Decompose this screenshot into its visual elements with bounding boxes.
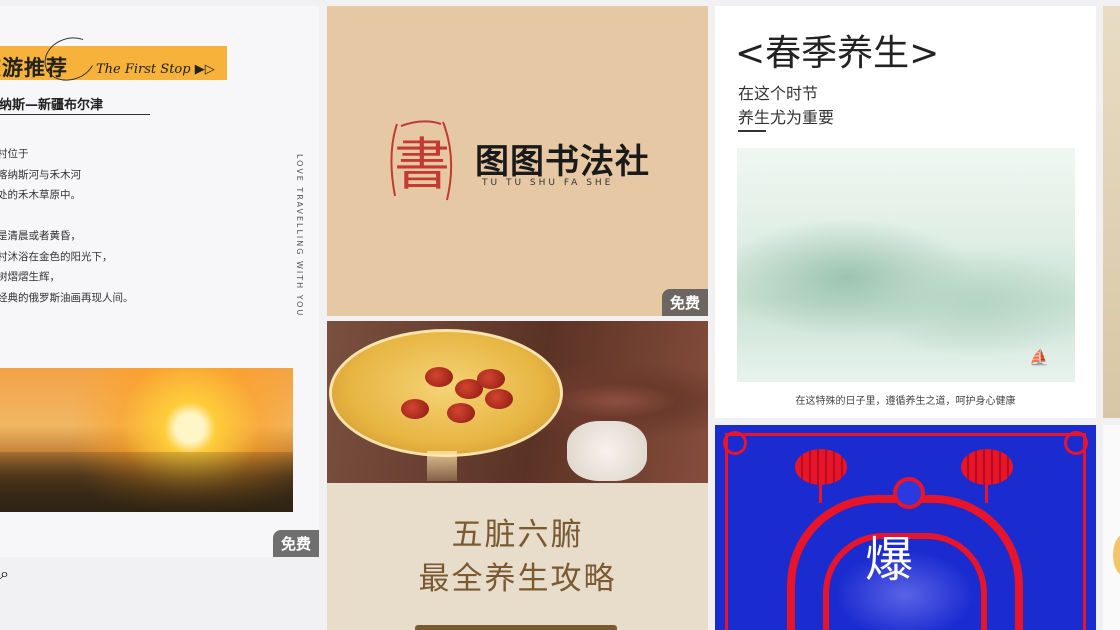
spring-caption: 在这特殊的日子里，遵循养生之道，呵护身心健康 [795, 396, 1016, 407]
template-card-travel[interactable]: 旅游推荐 The First Stop ▶▷ 喀纳斯—新疆布尔津 禾木村位于 新… [0, 6, 319, 557]
heading-rule [738, 130, 766, 132]
lantern-icon [795, 449, 847, 485]
landscape-painting: ⛵ [737, 148, 1075, 382]
spring-line-1: 在这个时节 [738, 84, 819, 103]
search-strip: ⌕ [0, 564, 319, 586]
boat-icon: ⛵ [1029, 348, 1049, 367]
travel-title: 旅游推荐 [0, 56, 68, 80]
free-badge: 免费 [272, 530, 319, 557]
soup-bowl [329, 329, 563, 457]
template-card-health-food[interactable]: 五脏六腑 最全养生攻略 [327, 321, 708, 630]
travel-subtitle: 喀纳斯—新疆布尔津 [0, 98, 104, 113]
health-headline-1: 五脏六腑 [451, 517, 584, 553]
health-headline-2: 最全养生攻略 [418, 561, 617, 597]
brand-pinyin: TU TU SHU FA SHE [482, 178, 614, 188]
search-icon[interactable]: ⌕ [0, 564, 9, 583]
lantern-icon [961, 449, 1013, 485]
sunset-photo [0, 368, 293, 512]
travel-paragraph-2: 无论是清晨或者黄昏， 禾木村沐浴在金色的阳光下， 白桦树熠熠生辉， 如同经典的俄… [0, 230, 134, 304]
template-card-spring[interactable]: <春季养生> 在这个时节 养生尤为重要 ⛵ 在这特殊的日子里，遵循养生之道，呵护… [715, 6, 1096, 418]
template-card-partial[interactable] [1103, 6, 1120, 418]
template-card-festival[interactable]: 爆 [715, 425, 1096, 630]
spring-line-2: 养生尤为重要 [738, 108, 835, 127]
search-input[interactable]: ⌕ [0, 564, 319, 584]
arch-ornament [893, 477, 925, 509]
travel-script-text: The First Stop ▶▷ [96, 62, 215, 77]
travel-paragraph-1: 禾木村位于 新疆喀纳斯河与禾木河 交汇处的禾木草原中。 [0, 148, 81, 202]
template-card-calligraphy[interactable]: 書 图图书法社 TU TU SHU FA SHE 免费 [327, 6, 708, 316]
seal-logo: 書 [390, 120, 453, 201]
template-card-partial[interactable] [1103, 425, 1120, 630]
spring-heading: <春季养生> [735, 33, 940, 74]
corner-ornament [723, 431, 747, 455]
cta-bar [415, 625, 617, 630]
seal-character: 書 [394, 133, 450, 198]
corner-ornament [1064, 431, 1088, 455]
birds-nest [567, 421, 647, 481]
subtitle-underline [0, 114, 150, 115]
free-badge: 免费 [661, 289, 708, 316]
food-photo [327, 321, 708, 483]
travel-vertical-text: LOVE TRAVELLING WITH YOU [295, 154, 304, 318]
festival-character: 爆 [865, 532, 914, 588]
brand-name: 图图书法社 [475, 142, 650, 182]
